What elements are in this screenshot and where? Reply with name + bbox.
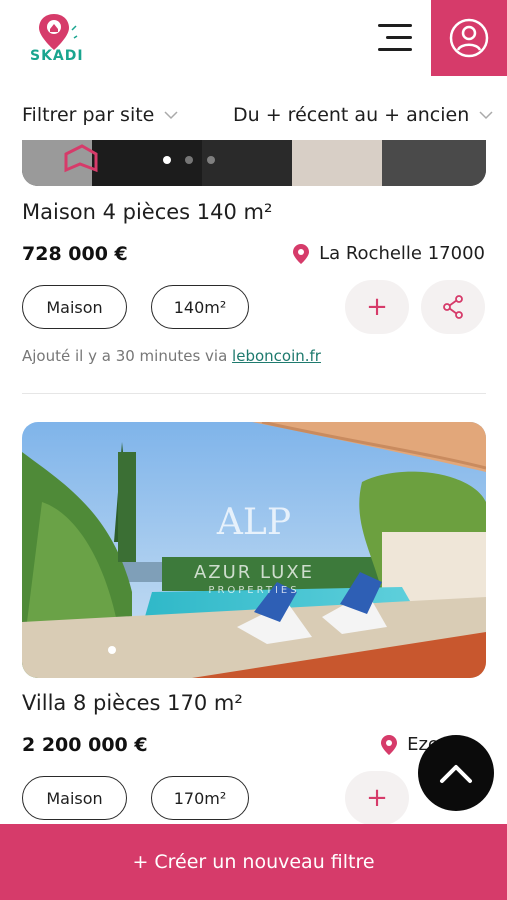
listing-added-info: Ajouté il y a 30 minutes via leboncoin.f… (22, 347, 321, 365)
plus-icon: + (366, 783, 388, 813)
user-icon (449, 18, 489, 58)
watermark-sub: PROPERTIES (208, 585, 300, 596)
sort-dropdown[interactable]: Du + récent au + ancien (233, 104, 493, 126)
location-pin-icon (381, 734, 398, 755)
user-account-button[interactable] (431, 0, 507, 76)
menu-button[interactable] (378, 20, 414, 56)
location-pin-icon (293, 243, 310, 264)
type-tag: Maison (22, 776, 127, 820)
share-icon (443, 295, 463, 319)
listing-2-photo[interactable]: ALP AZUR LUXE PROPERTIES (22, 422, 486, 678)
location-text: La Rochelle 17000 (319, 243, 485, 264)
add-to-list-button[interactable]: + (345, 771, 409, 825)
type-tag: Maison (22, 285, 127, 329)
listing-title[interactable]: Villa 8 pièces 170 m² (22, 691, 243, 715)
divider (22, 393, 486, 394)
logo-text: SKADI (30, 48, 84, 64)
surface-tag: 140m² (151, 285, 249, 329)
site-filter-label: Filtrer par site (22, 104, 155, 126)
sort-label: Du + récent au + ancien (233, 104, 470, 126)
filter-bar: Filtrer par site Du + récent au + ancien (0, 96, 507, 140)
map-pin-logo-icon (39, 14, 78, 50)
chevron-down-icon (479, 111, 493, 120)
plus-icon: + (366, 292, 388, 322)
listing-title[interactable]: Maison 4 pièces 140 m² (22, 200, 272, 224)
create-filter-button[interactable]: + Créer un nouveau filtre (0, 824, 507, 900)
skadi-logo[interactable]: SKADI (24, 12, 88, 68)
listing-price: 2 200 000 € (22, 734, 148, 756)
add-to-list-button[interactable]: + (345, 280, 409, 334)
hamburger-line (378, 48, 412, 51)
chevron-down-icon (164, 111, 178, 120)
site-filter-dropdown[interactable]: Filtrer par site (22, 104, 178, 126)
listing-price: 728 000 € (22, 243, 128, 265)
chevron-up-icon (440, 765, 472, 783)
source-link[interactable]: leboncoin.fr (232, 347, 321, 365)
listing-1-image (22, 140, 486, 186)
watermark-logo: ALP (216, 502, 292, 543)
app-header: SKADI (0, 0, 507, 76)
surface-tag: 170m² (151, 776, 249, 820)
added-text: Ajouté il y a 30 minutes via (22, 347, 233, 365)
listing-1-photo[interactable] (22, 140, 486, 186)
hamburger-line (386, 36, 412, 39)
listing-location: La Rochelle 17000 (293, 243, 485, 264)
watermark-brand: AZUR LUXE (193, 562, 315, 583)
scroll-to-top-button[interactable] (418, 735, 494, 811)
villa-pool-image (22, 422, 486, 678)
share-button[interactable] (421, 280, 485, 334)
hamburger-icon (378, 24, 412, 27)
